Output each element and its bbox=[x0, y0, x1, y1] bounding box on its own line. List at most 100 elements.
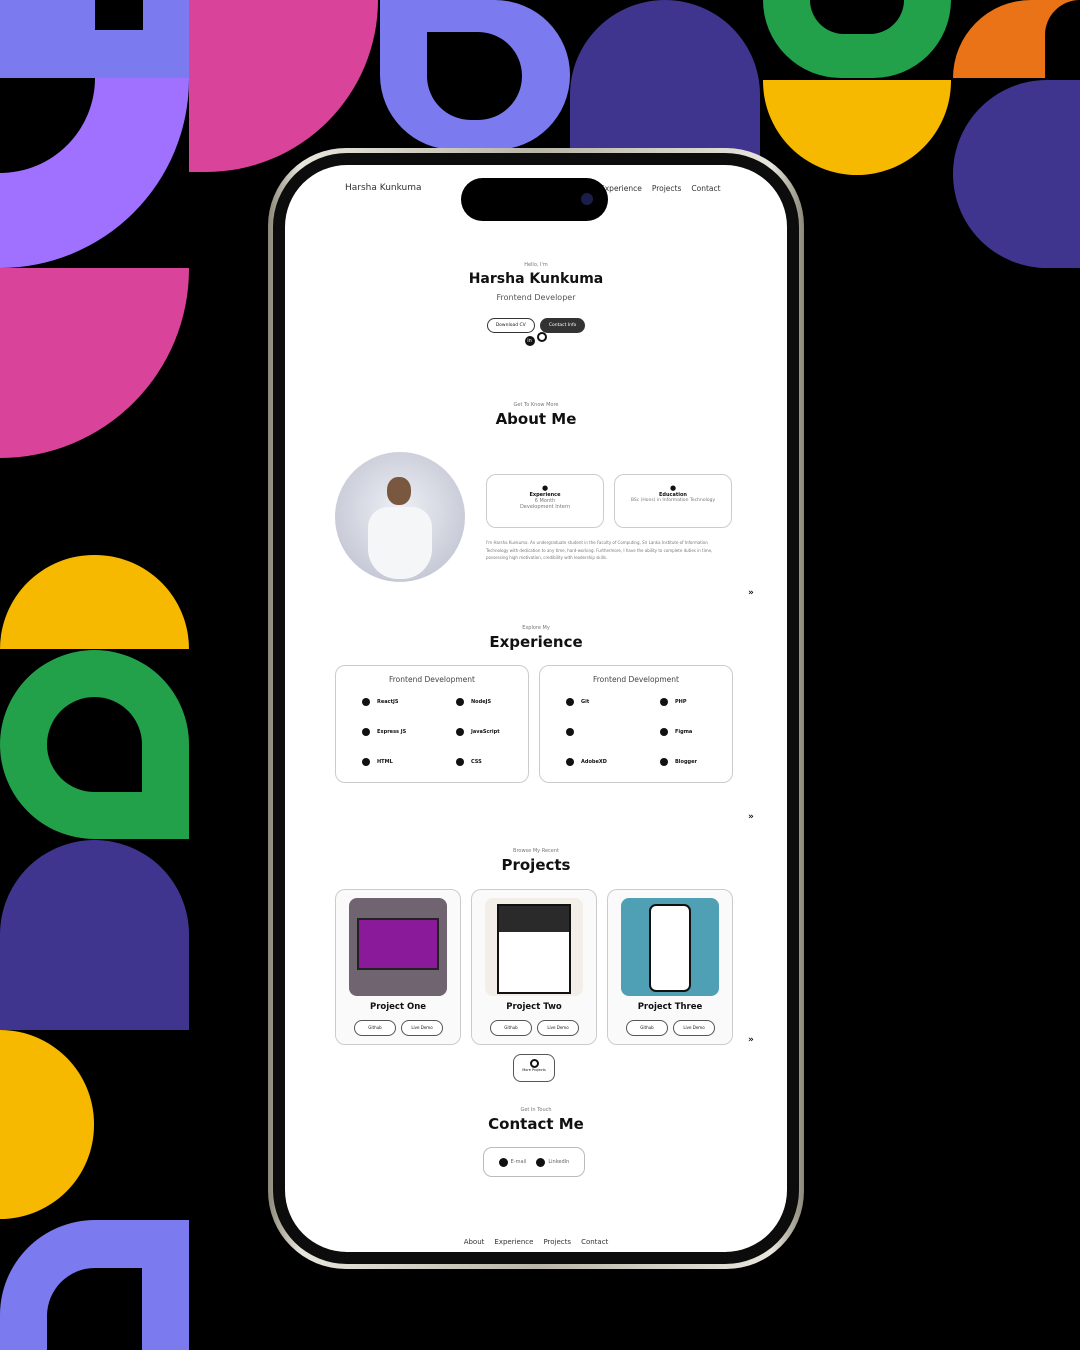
project-card: Project Two Github Live Demo bbox=[471, 889, 597, 1045]
check-icon bbox=[456, 758, 464, 766]
bg-shape bbox=[0, 840, 189, 1030]
experience-card: Frontend Development ReactJS NodeJS Expr… bbox=[335, 665, 529, 783]
linkedin-icon bbox=[536, 1157, 546, 1167]
project-image bbox=[621, 898, 719, 996]
experience-kicker: Explore My bbox=[522, 625, 550, 631]
card-title: Frontend Development bbox=[593, 675, 679, 684]
skill: CSS bbox=[471, 759, 482, 765]
more-projects-button[interactable]: More Projects bbox=[513, 1054, 555, 1082]
check-icon bbox=[362, 698, 370, 706]
bg-shape bbox=[570, 0, 760, 160]
footer-nav-contact[interactable]: Contact bbox=[581, 1238, 608, 1246]
card-line: Development Intern bbox=[519, 504, 571, 510]
project-title: Project Two bbox=[506, 1002, 562, 1012]
check-icon bbox=[362, 728, 370, 736]
linkedin-label: LinkedIn bbox=[548, 1159, 570, 1165]
hero-name: Harsha Kunkuma bbox=[468, 271, 604, 287]
skill: JavaScript bbox=[471, 729, 500, 735]
skill: NodeJS bbox=[471, 699, 492, 705]
email-icon bbox=[498, 1157, 508, 1167]
about-kicker: Get To Know More bbox=[513, 402, 559, 408]
footer-nav-about[interactable]: About bbox=[464, 1238, 485, 1246]
github-button[interactable]: Github bbox=[626, 1020, 668, 1036]
hero-greeting: Hello, I'm bbox=[524, 262, 548, 268]
linkedin-link[interactable]: LinkedIn bbox=[536, 1157, 570, 1167]
check-icon bbox=[660, 698, 668, 706]
live-demo-button[interactable]: Live Demo bbox=[673, 1020, 715, 1036]
bg-shape bbox=[0, 1030, 94, 1219]
footer-nav-experience[interactable]: Experience bbox=[494, 1238, 533, 1246]
project-image bbox=[349, 898, 447, 996]
skill: Git bbox=[581, 699, 590, 705]
linkedin-icon[interactable]: in bbox=[524, 336, 535, 346]
check-icon bbox=[456, 698, 464, 706]
nav-contact[interactable]: Contact bbox=[691, 184, 720, 193]
live-demo-button[interactable]: Live Demo bbox=[537, 1020, 579, 1036]
project-card: Project One Github Live Demo bbox=[335, 889, 461, 1045]
experience-title: Experience bbox=[489, 633, 583, 651]
skill: ReactJS bbox=[377, 699, 399, 705]
check-icon bbox=[566, 758, 574, 766]
experience-card: Frontend Development Git PHP Figma Adobe… bbox=[539, 665, 733, 783]
download-cv-button[interactable]: Download CV bbox=[486, 318, 535, 333]
skill: Express JS bbox=[377, 729, 407, 735]
check-icon bbox=[566, 728, 574, 736]
brand[interactable]: Harsha Kunkuma bbox=[345, 183, 422, 193]
github-button[interactable]: Github bbox=[354, 1020, 396, 1036]
dynamic-island bbox=[461, 178, 608, 221]
check-icon bbox=[660, 728, 668, 736]
phone-screen: Harsha Kunkuma Experience Projects Conta… bbox=[285, 165, 787, 1252]
skill: PHP bbox=[675, 699, 687, 705]
github-icon[interactable] bbox=[537, 332, 548, 342]
contact-info-button[interactable]: Contact Info bbox=[539, 318, 586, 333]
project-title: Project Three bbox=[637, 1002, 703, 1012]
check-icon bbox=[362, 758, 370, 766]
check-icon bbox=[566, 698, 574, 706]
user-icon: ● bbox=[541, 484, 549, 492]
project-card: Project Three Github Live Demo bbox=[607, 889, 733, 1045]
card-line: BSc (Hons) in Information Technology bbox=[630, 498, 716, 503]
about-text: I'm Harsha Kunkuma. An undergraduate stu… bbox=[486, 540, 713, 560]
more-projects-label: More Projects bbox=[522, 1068, 546, 1072]
email-label: E-mail bbox=[510, 1159, 527, 1165]
contact-box: E-mail LinkedIn bbox=[483, 1147, 585, 1177]
profile-photo bbox=[335, 452, 465, 582]
github-icon bbox=[529, 1059, 539, 1068]
bg-shape bbox=[0, 268, 189, 458]
github-button[interactable]: Github bbox=[490, 1020, 532, 1036]
project-image bbox=[485, 898, 583, 996]
education-icon: ● bbox=[669, 484, 677, 492]
bg-shape bbox=[763, 80, 951, 175]
scroll-down-icon[interactable]: » bbox=[748, 812, 754, 822]
card-title: Frontend Development bbox=[389, 675, 475, 684]
check-icon bbox=[660, 758, 668, 766]
bg-shape bbox=[95, 0, 143, 30]
contact-kicker: Get In Touch bbox=[520, 1107, 552, 1113]
projects-title: Projects bbox=[501, 856, 571, 874]
project-title: Project One bbox=[369, 1002, 427, 1012]
skill: AdobeXD bbox=[581, 759, 607, 765]
projects-kicker: Browse My Recent bbox=[513, 848, 559, 854]
bg-shape bbox=[47, 1268, 142, 1350]
scroll-down-icon[interactable]: » bbox=[748, 1035, 754, 1045]
bg-shape bbox=[47, 697, 142, 792]
contact-title: Contact Me bbox=[488, 1115, 584, 1133]
skill: Blogger bbox=[675, 759, 697, 765]
live-demo-button[interactable]: Live Demo bbox=[401, 1020, 443, 1036]
phone-frame: Harsha Kunkuma Experience Projects Conta… bbox=[268, 148, 804, 1269]
skill: HTML bbox=[377, 759, 393, 765]
about-card-education: ● Education BSc (Hons) in Information Te… bbox=[614, 474, 732, 528]
bg-shape bbox=[427, 32, 522, 120]
skill: Figma bbox=[675, 729, 693, 735]
footer-nav-projects[interactable]: Projects bbox=[543, 1238, 571, 1246]
hero-role: Frontend Developer bbox=[496, 293, 576, 302]
about-title: About Me bbox=[495, 410, 577, 428]
camera-icon bbox=[581, 193, 593, 205]
bg-shape bbox=[953, 80, 1080, 268]
check-icon bbox=[456, 728, 464, 736]
scroll-down-icon[interactable]: » bbox=[748, 588, 754, 598]
nav-projects[interactable]: Projects bbox=[652, 184, 682, 193]
about-card-experience: ● Experience 6 Month Development Intern bbox=[486, 474, 604, 528]
email-link[interactable]: E-mail bbox=[498, 1157, 527, 1167]
bg-shape bbox=[0, 555, 189, 649]
